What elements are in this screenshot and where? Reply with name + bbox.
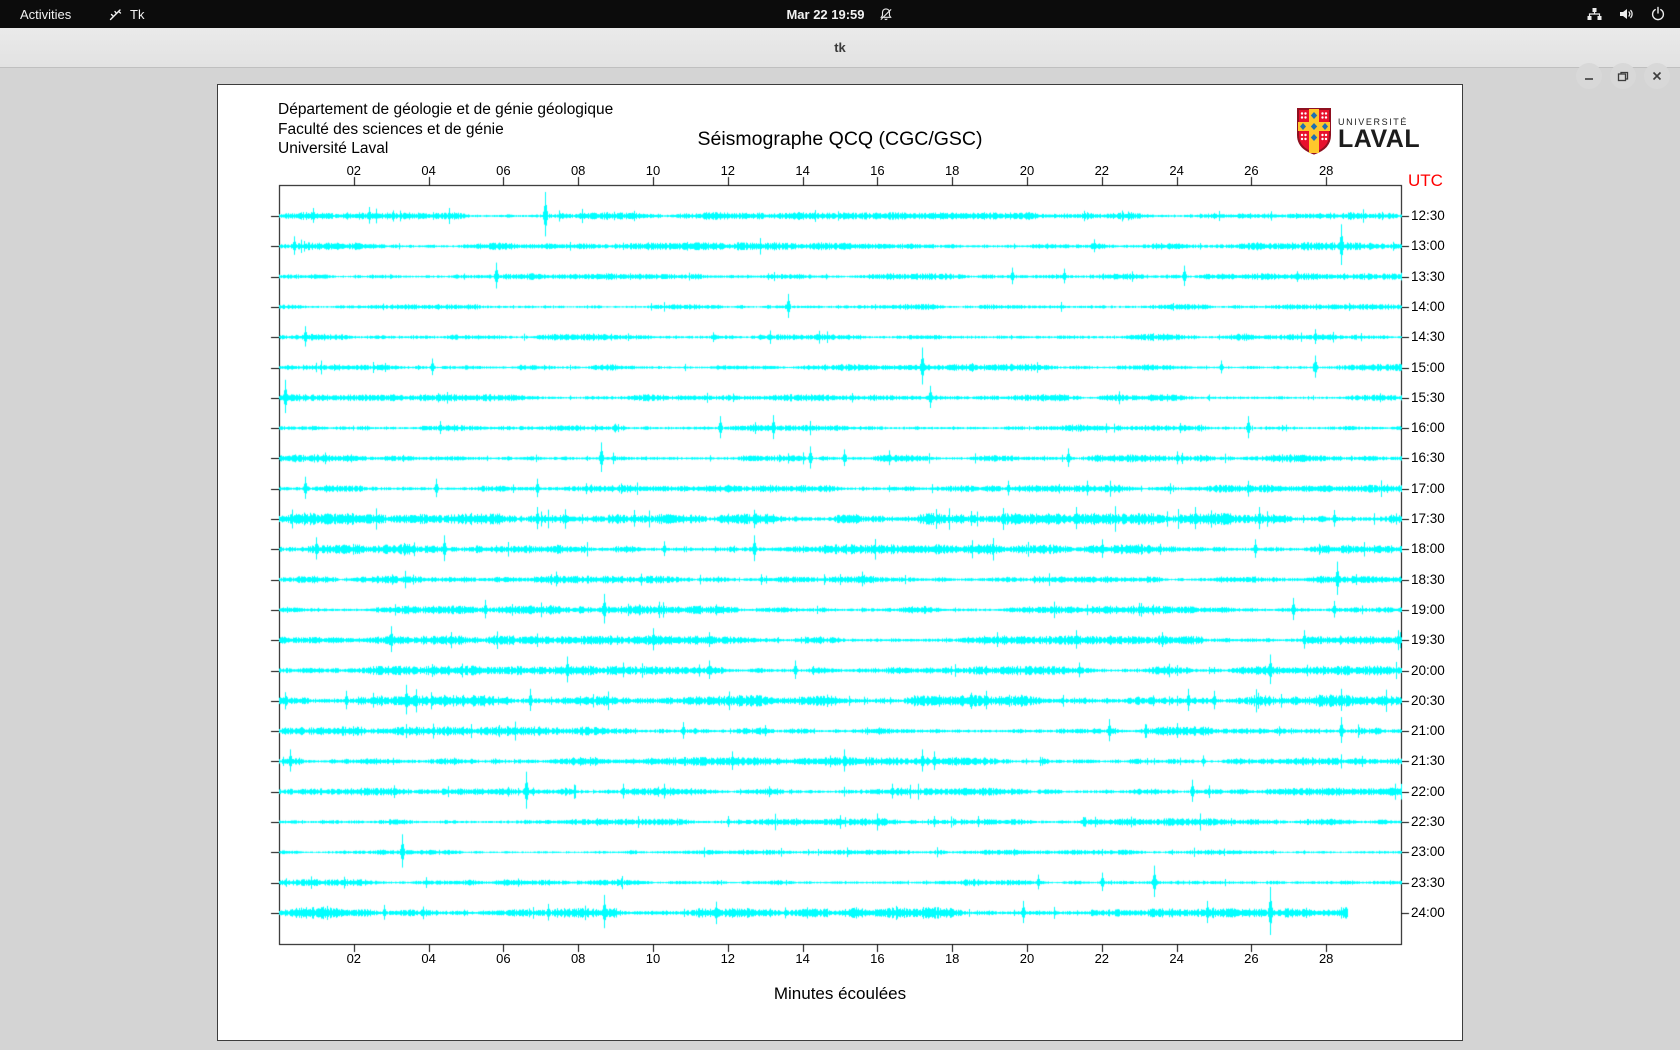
x-tick-label-bottom: 04 bbox=[421, 951, 436, 966]
time-label: 19:30 bbox=[1411, 632, 1445, 648]
time-label: 18:00 bbox=[1411, 541, 1445, 557]
x-tick-label-top: 02 bbox=[346, 163, 362, 178]
time-label: 13:00 bbox=[1411, 238, 1445, 254]
x-tick-label-bottom: 10 bbox=[645, 951, 661, 966]
time-label: 22:30 bbox=[1411, 814, 1445, 829]
close-button[interactable] bbox=[1644, 63, 1670, 89]
x-tick-label-top: 12 bbox=[720, 163, 736, 178]
x-tick-label-bottom: 06 bbox=[496, 951, 511, 966]
time-label: 17:30 bbox=[1411, 511, 1445, 526]
x-tick-label-top: 08 bbox=[570, 163, 586, 178]
window-titlebar: tk bbox=[0, 28, 1680, 89]
x-tick-label-top: 20 bbox=[1019, 163, 1035, 178]
logo-laval-text: LAVAL bbox=[1338, 124, 1421, 153]
focused-app-menu[interactable]: Tk bbox=[108, 7, 144, 22]
time-label: 21:00 bbox=[1411, 723, 1445, 739]
time-label: 21:30 bbox=[1411, 753, 1445, 769]
time-label: 13:30 bbox=[1411, 268, 1445, 284]
x-tick-label-top: 16 bbox=[870, 163, 885, 178]
minimize-button[interactable] bbox=[1576, 63, 1602, 89]
seismogram-canvas bbox=[218, 85, 1464, 1042]
laval-shield-icon bbox=[1296, 107, 1332, 160]
time-label: 15:30 bbox=[1411, 389, 1445, 405]
universite-laval-logo: UNIVERSITÉ LAVAL bbox=[1296, 107, 1420, 160]
time-label: 19:00 bbox=[1411, 601, 1445, 617]
time-label: 14:30 bbox=[1411, 329, 1445, 345]
x-tick-label-bottom: 12 bbox=[720, 951, 736, 966]
window-title: tk bbox=[834, 40, 846, 55]
power-icon[interactable] bbox=[1650, 6, 1666, 22]
x-tick-label-top: 28 bbox=[1318, 163, 1334, 178]
time-label: 20:00 bbox=[1411, 662, 1445, 678]
tk-window: Département de géologie et de génie géol… bbox=[217, 84, 1464, 1042]
gnome-top-bar: Activities Tk Mar 22 19:59 bbox=[0, 0, 1680, 28]
network-wired-icon[interactable] bbox=[1586, 6, 1603, 22]
volume-icon[interactable] bbox=[1618, 6, 1635, 22]
x-tick-label-bottom: 24 bbox=[1169, 951, 1184, 966]
time-label: 16:00 bbox=[1411, 420, 1445, 436]
x-tick-label-bottom: 22 bbox=[1094, 951, 1110, 966]
x-tick-label-bottom: 02 bbox=[346, 951, 362, 966]
time-label: 16:30 bbox=[1411, 450, 1445, 466]
tk-app-icon bbox=[108, 7, 123, 22]
x-tick-label-top: 06 bbox=[496, 163, 511, 178]
x-tick-label-bottom: 16 bbox=[870, 951, 885, 966]
x-tick-label-bottom: 18 bbox=[944, 951, 960, 966]
time-label: 15:00 bbox=[1411, 359, 1445, 375]
x-tick-label-top: 10 bbox=[645, 163, 661, 178]
activities-button[interactable]: Activities bbox=[20, 7, 71, 22]
x-tick-label-top: 14 bbox=[795, 163, 810, 178]
notifications-muted-icon[interactable] bbox=[879, 7, 894, 22]
maximize-button[interactable] bbox=[1610, 63, 1636, 89]
time-label: 18:30 bbox=[1411, 571, 1445, 587]
x-tick-label-top: 24 bbox=[1169, 163, 1184, 178]
x-tick-label-bottom: 20 bbox=[1019, 951, 1035, 966]
x-tick-label-bottom: 14 bbox=[795, 951, 810, 966]
time-label: 23:30 bbox=[1411, 874, 1445, 890]
x-tick-label-top: 22 bbox=[1094, 163, 1110, 178]
x-tick-label-top: 18 bbox=[944, 163, 960, 178]
time-label: 24:00 bbox=[1411, 904, 1445, 920]
x-tick-label-top: 26 bbox=[1244, 163, 1259, 178]
clock[interactable]: Mar 22 19:59 bbox=[786, 7, 864, 22]
time-label: 17:00 bbox=[1411, 480, 1445, 496]
x-tick-label-bottom: 26 bbox=[1244, 951, 1259, 966]
focused-app-name: Tk bbox=[130, 6, 145, 22]
x-tick-label-bottom: 28 bbox=[1318, 951, 1334, 966]
x-axis-title: Minutes écoulées bbox=[773, 984, 907, 1003]
time-label: 14:00 bbox=[1411, 298, 1445, 314]
chart-title: Séismographe QCQ (CGC/GSC) bbox=[697, 128, 983, 150]
utc-label: UTC bbox=[1408, 171, 1443, 190]
x-tick-label-bottom: 08 bbox=[570, 951, 586, 966]
x-tick-label-top: 04 bbox=[421, 163, 436, 178]
header-line-1: Département de géologie et de génie géol… bbox=[278, 101, 614, 118]
time-label: 12:30 bbox=[1411, 208, 1445, 223]
time-label: 22:00 bbox=[1411, 783, 1445, 799]
time-label: 23:00 bbox=[1411, 844, 1445, 860]
time-label: 20:30 bbox=[1411, 692, 1445, 708]
